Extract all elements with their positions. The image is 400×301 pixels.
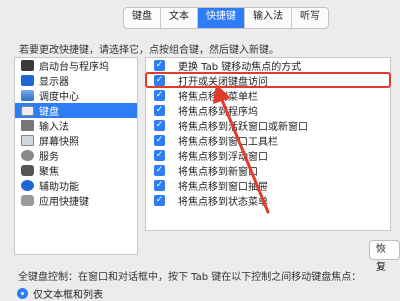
shortcut-checkbox[interactable]: ✓	[154, 180, 165, 191]
shortcut-row[interactable]: ✓ 将焦点移到活跃窗口或新窗口	[146, 118, 390, 133]
tab-text[interactable]: 文本	[161, 8, 198, 28]
category-label: 启动台与程序坞	[39, 62, 109, 73]
category-label: 显示器	[39, 77, 69, 88]
shortcut-checkbox[interactable]: ✓	[154, 60, 165, 71]
shortcut-checkbox[interactable]: ✓	[154, 195, 165, 206]
keyboard-icon	[21, 105, 34, 116]
shortcut-label: 将焦点移到新窗口	[178, 167, 258, 178]
shortcut-label: 将焦点移到窗口抽屉	[178, 182, 268, 193]
category-label: 应用快捷键	[39, 197, 89, 208]
category-item-display[interactable]: 显示器	[15, 73, 137, 88]
radio-button[interactable]	[17, 288, 28, 299]
shortcut-row[interactable]: ✓ 将焦点移到程序坞	[146, 103, 390, 118]
category-item-input-sources[interactable]: 输入法	[15, 118, 137, 133]
shortcut-row[interactable]: ✓ 更换 Tab 键移动焦点的方式	[146, 58, 390, 73]
shortcut-label: 将焦点移到浮动窗口	[178, 152, 268, 163]
accessibility-icon	[21, 180, 34, 191]
shortcut-row[interactable]: ✓ 将焦点移到窗口工具栏	[146, 133, 390, 148]
mission-control-icon	[21, 90, 34, 101]
shortcut-checkbox[interactable]: ✓	[154, 150, 165, 161]
shortcut-label: 将焦点移到活跃窗口或新窗口	[178, 122, 308, 133]
shortcut-row[interactable]: ✓ 将焦点移到新窗口	[146, 163, 390, 178]
full-keyboard-access-label: 全键盘控制：在窗口和对话框中，按下 Tab 键在以下控制之间移动键盘焦点：	[18, 272, 362, 283]
shortcut-label: 更换 Tab 键移动焦点的方式	[178, 62, 302, 73]
launchpad-icon	[21, 60, 34, 71]
screenshot-icon	[21, 135, 34, 146]
instruction-text: 若要更改快捷键，请选择它，点按组合键，然后键入新键。	[19, 45, 279, 56]
category-label: 调度中心	[39, 92, 79, 103]
shortcut-checkbox[interactable]: ✓	[154, 120, 165, 131]
tab-shortcuts[interactable]: 快捷键	[198, 8, 245, 28]
spotlight-icon	[21, 165, 34, 176]
restore-defaults-button[interactable]: 恢复	[369, 240, 400, 273]
category-label: 输入法	[39, 122, 69, 133]
shortcut-checkbox[interactable]: ✓	[154, 165, 165, 176]
highlight-box	[145, 72, 391, 88]
category-item-screenshots[interactable]: 屏幕快照	[15, 133, 137, 148]
tab-keyboard[interactable]: 键盘	[124, 8, 161, 28]
shortcut-row[interactable]: ✓ 将焦点移到菜单栏	[146, 88, 390, 103]
category-item-mission-control[interactable]: 调度中心	[15, 88, 137, 103]
shortcut-checkbox[interactable]: ✓	[154, 135, 165, 146]
shortcut-label: 将焦点移到状态菜单	[178, 197, 268, 208]
radio-text-boxes-lists[interactable]: 仅文本框和列表	[17, 286, 103, 301]
category-item-services[interactable]: 服务	[15, 148, 137, 163]
shortcut-row[interactable]: ✓ 将焦点移到浮动窗口	[146, 148, 390, 163]
category-label: 服务	[39, 152, 59, 163]
shortcut-row[interactable]: ✓ 将焦点移到状态菜单	[146, 193, 390, 208]
app-shortcuts-icon	[21, 195, 34, 206]
services-icon	[21, 150, 34, 161]
category-item-launchpad[interactable]: 启动台与程序坞	[15, 58, 137, 73]
shortcut-row[interactable]: ✓ 将焦点移到窗口抽屉	[146, 178, 390, 193]
category-list: 启动台与程序坞 显示器 调度中心 键盘 输入法 屏幕快照 服务 聚焦 辅助功能 …	[14, 57, 138, 255]
category-label: 屏幕快照	[39, 137, 79, 148]
tab-bar: 键盘 文本 快捷键 输入法 听写	[123, 7, 329, 29]
category-label: 聚焦	[39, 167, 59, 178]
category-item-keyboard[interactable]: 键盘	[15, 103, 137, 118]
shortcut-label: 将焦点移到菜单栏	[178, 92, 258, 103]
radio-label: 仅文本框和列表	[33, 290, 103, 301]
shortcut-checkbox[interactable]: ✓	[154, 105, 165, 116]
shortcut-checkbox[interactable]: ✓	[154, 90, 165, 101]
category-label: 键盘	[39, 107, 59, 118]
shortcut-label: 将焦点移到程序坞	[178, 107, 258, 118]
tab-input-sources[interactable]: 输入法	[245, 8, 292, 28]
input-source-icon	[21, 120, 34, 131]
category-item-app-shortcuts[interactable]: 应用快捷键	[15, 193, 137, 208]
category-label: 辅助功能	[39, 182, 79, 193]
display-icon	[21, 75, 34, 86]
tab-dictation[interactable]: 听写	[292, 8, 328, 28]
shortcut-label: 将焦点移到窗口工具栏	[178, 137, 278, 148]
category-item-spotlight[interactable]: 聚焦	[15, 163, 137, 178]
category-item-accessibility[interactable]: 辅助功能	[15, 178, 137, 193]
